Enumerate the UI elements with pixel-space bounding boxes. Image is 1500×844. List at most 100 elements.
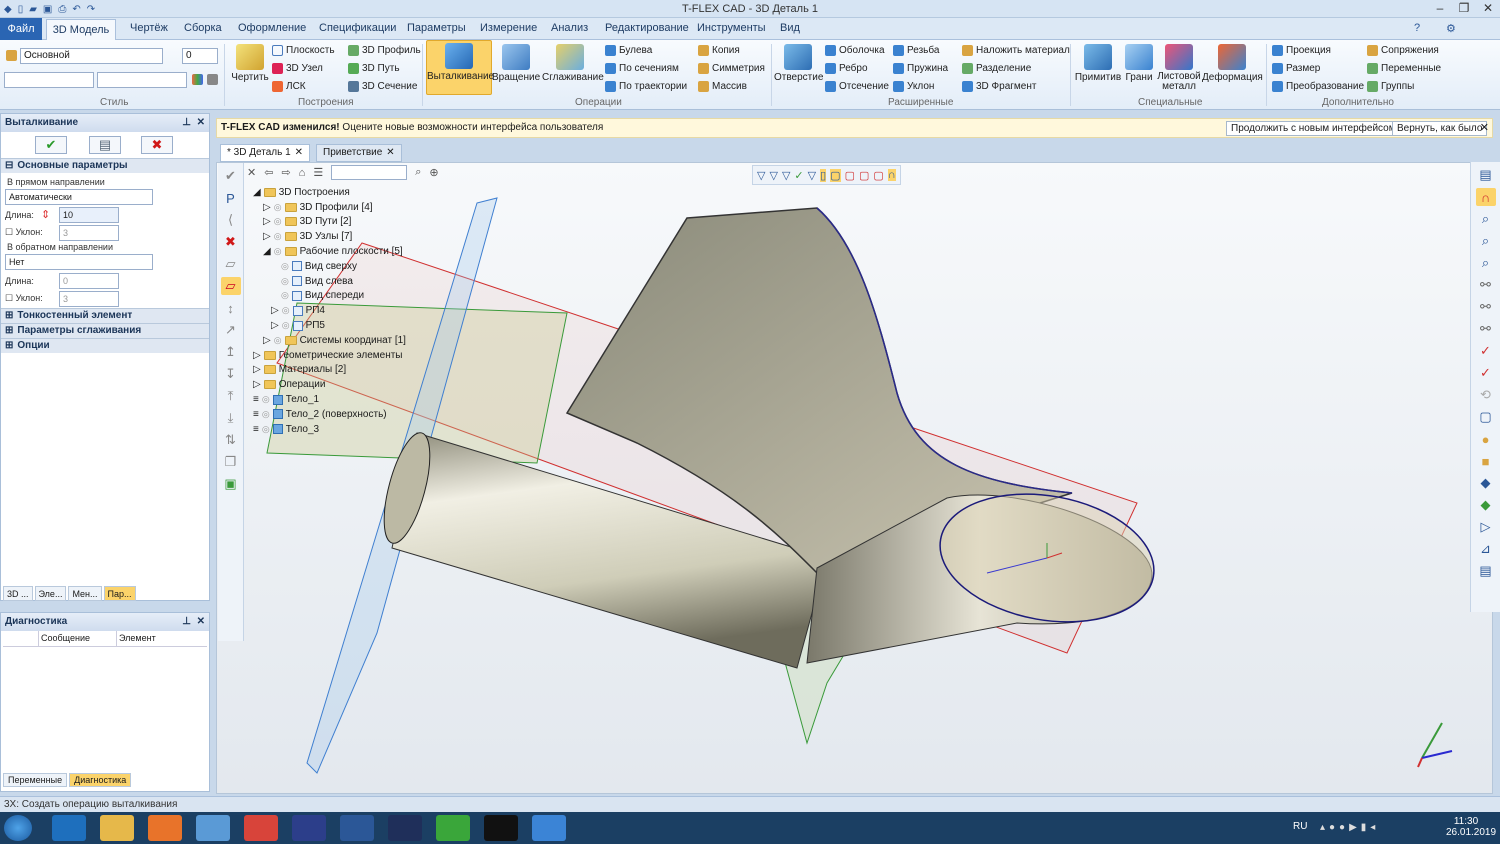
- glasses2-icon[interactable]: ⚯: [1476, 298, 1496, 316]
- zoom-all-icon[interactable]: ⌕: [1476, 254, 1496, 272]
- array-button[interactable]: Массив: [698, 81, 747, 92]
- close-panel-icon[interactable]: ✕: [197, 114, 205, 132]
- length-input[interactable]: 10: [59, 207, 119, 223]
- apply-material-button[interactable]: Наложить материал: [962, 45, 1070, 56]
- search-icon[interactable]: ⌕: [415, 166, 421, 179]
- torrent-icon[interactable]: [436, 815, 470, 841]
- mates-button[interactable]: Сопряжения: [1367, 45, 1439, 56]
- select-edge-icon[interactable]: ▯: [820, 168, 827, 182]
- tab-3d-tree[interactable]: 3D ...: [3, 586, 33, 601]
- forward-mode-select[interactable]: Автоматически: [5, 189, 153, 205]
- eye-icon[interactable]: ◎: [281, 276, 289, 287]
- tab-view[interactable]: Вид: [780, 22, 800, 34]
- tree-item[interactable]: ▷ Материалы [2]: [253, 363, 493, 378]
- section-main-params[interactable]: ⊟ Основные параметры: [1, 158, 209, 173]
- eye-icon[interactable]: ◎: [274, 335, 282, 346]
- plane-button[interactable]: Плоскость: [272, 45, 335, 56]
- view-panel-icon[interactable]: ▤: [1476, 166, 1496, 184]
- word-icon[interactable]: [340, 815, 374, 841]
- draw-button[interactable]: Чертить: [226, 42, 274, 83]
- variables-button[interactable]: Переменные: [1367, 63, 1441, 74]
- tree-filter-select[interactable]: [331, 165, 408, 180]
- sheet-metal-button[interactable]: Листовой металл: [1155, 42, 1203, 92]
- cancel-icon[interactable]: ✖: [221, 233, 241, 251]
- help-icon[interactable]: ?: [1414, 22, 1420, 34]
- section-smoothing[interactable]: ⊞ Параметры сглаживания: [1, 323, 209, 338]
- profile-select-icon[interactable]: ▱: [220, 277, 241, 295]
- close-notice-icon[interactable]: ✕: [1480, 121, 1489, 134]
- tree-item[interactable]: ◎ Вид спереди: [253, 289, 493, 304]
- tree-item[interactable]: ◎ Вид сверху: [253, 259, 493, 274]
- tab-assembly[interactable]: Сборка: [184, 22, 222, 34]
- loft-button[interactable]: По сечениям: [605, 63, 679, 74]
- tab-menu[interactable]: Мен...: [68, 586, 102, 601]
- sweep-button[interactable]: По траектории: [605, 81, 687, 92]
- color-icon[interactable]: [192, 74, 203, 85]
- filter2-icon[interactable]: ▽: [769, 169, 777, 182]
- slope-input[interactable]: 3: [59, 225, 119, 241]
- dimension-button[interactable]: Размер: [1272, 63, 1320, 74]
- sketch-icon[interactable]: ▱: [221, 255, 241, 273]
- tab-params[interactable]: Параметры: [407, 22, 466, 34]
- magnet-icon[interactable]: ∩: [1475, 188, 1496, 206]
- check2-icon[interactable]: ✓: [1476, 364, 1496, 382]
- shaded-icon[interactable]: ◆: [1476, 474, 1496, 492]
- tree-item[interactable]: ▷ ◎ 3D Узлы [7]: [253, 229, 493, 244]
- layer-select[interactable]: Основной: [20, 48, 163, 64]
- tree-item[interactable]: ▷ ◎ 3D Пути [2]: [253, 215, 493, 230]
- fill-icon[interactable]: [207, 74, 218, 85]
- 3d-profile-button[interactable]: 3D Профиль: [348, 45, 421, 56]
- 3d-section-button[interactable]: 3D Сечение: [348, 81, 417, 92]
- col-message[interactable]: Сообщение: [39, 631, 117, 646]
- close-tab-icon[interactable]: ✕: [386, 145, 394, 161]
- tab-3d-model[interactable]: 3D Модель: [46, 19, 116, 41]
- tab-measure[interactable]: Измерение: [480, 22, 537, 34]
- faces-button[interactable]: Грани: [1118, 42, 1160, 83]
- tree-item[interactable]: ≡ ◎ Тело_2 (поверхность): [253, 407, 493, 422]
- tab-variables[interactable]: Переменные: [3, 773, 68, 787]
- file-menu[interactable]: Файл: [0, 18, 42, 40]
- chrome-icon[interactable]: [244, 815, 278, 841]
- copy-button[interactable]: Копия: [698, 45, 740, 56]
- clock[interactable]: 11:30 26.01.2019: [1446, 816, 1496, 838]
- tab-specs[interactable]: Спецификации: [319, 22, 396, 34]
- section-thin-wall[interactable]: ⊞ Тонкостенный элемент: [1, 308, 209, 323]
- eye-icon[interactable]: ◎: [281, 261, 289, 272]
- limit-icon[interactable]: ⤒: [221, 387, 241, 405]
- close-window-icon[interactable]: ✕: [1476, 0, 1500, 17]
- sphere-view-icon[interactable]: ●: [1476, 430, 1496, 448]
- eye-icon[interactable]: ◎: [274, 246, 282, 257]
- settings-icon[interactable]: ⚙: [1446, 22, 1456, 35]
- extrude-button[interactable]: Выталкивание: [426, 40, 494, 95]
- zoom-icon[interactable]: ⌕: [1476, 210, 1496, 228]
- eye-icon[interactable]: ◎: [274, 216, 282, 227]
- floppy-icon[interactable]: [292, 815, 326, 841]
- mail-icon[interactable]: [196, 815, 230, 841]
- 3d-node-button[interactable]: 3D Узел: [272, 63, 323, 74]
- maximize-icon[interactable]: ❐: [1452, 0, 1476, 17]
- tab-params[interactable]: Пар...: [103, 586, 136, 601]
- tab-diagnostics[interactable]: Диагностика: [69, 773, 132, 787]
- glasses-icon[interactable]: ⚯: [1476, 276, 1496, 294]
- measure-icon[interactable]: ⊿: [1476, 540, 1496, 558]
- tab-analysis[interactable]: Анализ: [551, 22, 588, 34]
- eye-icon[interactable]: ◎: [274, 202, 282, 213]
- eye-icon[interactable]: ◎: [262, 409, 270, 420]
- style-select-1[interactable]: [4, 72, 94, 88]
- ok-button[interactable]: ✔: [35, 136, 67, 154]
- language-indicator[interactable]: RU: [1293, 821, 1307, 832]
- material-view-icon[interactable]: ▣: [221, 475, 241, 493]
- tree-item[interactable]: ◎ Вид слева: [253, 274, 493, 289]
- close-tab-icon[interactable]: ✕: [295, 145, 303, 161]
- close-tree-icon[interactable]: ✕: [247, 166, 256, 179]
- transform-button[interactable]: Преобразование: [1272, 81, 1364, 92]
- style-select-2[interactable]: [97, 72, 187, 88]
- filter-icon[interactable]: ▽: [757, 169, 765, 182]
- tab-elements[interactable]: Эле...: [34, 586, 67, 601]
- rib-button[interactable]: Ребро: [825, 63, 868, 74]
- eye-icon[interactable]: ◎: [262, 424, 270, 435]
- zoom-window-icon[interactable]: ⌕: [1476, 232, 1496, 250]
- start-icon[interactable]: [4, 815, 32, 841]
- minimize-icon[interactable]: –: [1428, 0, 1452, 17]
- split-view-icon[interactable]: ⟨: [221, 211, 241, 229]
